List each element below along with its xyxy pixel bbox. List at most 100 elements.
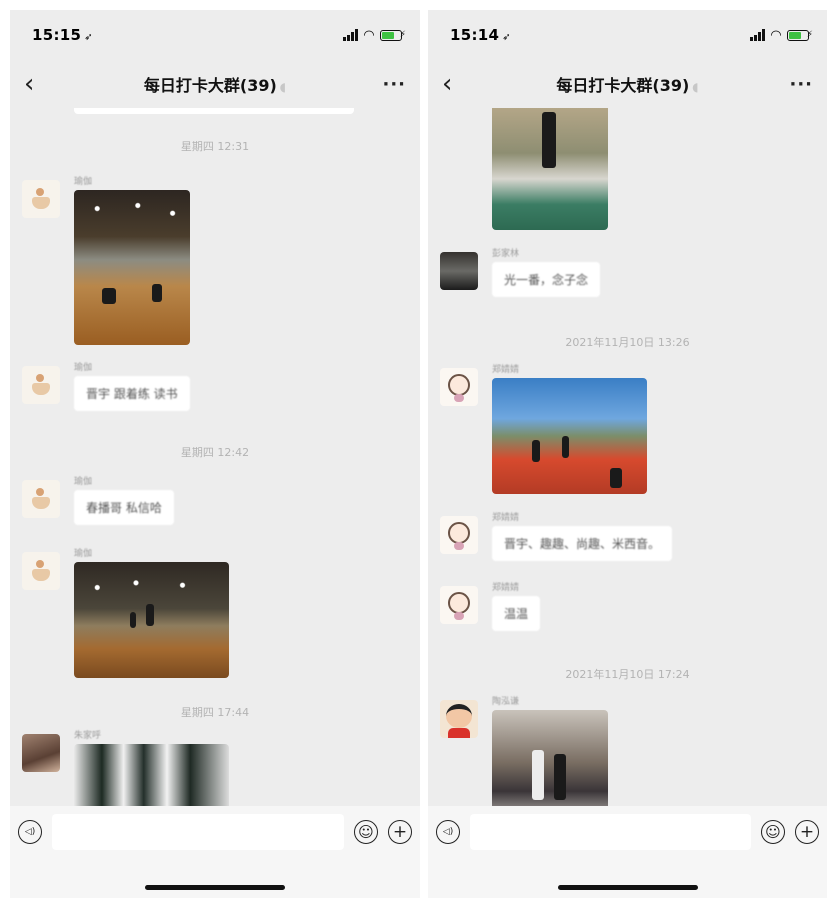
location-icon: ➶	[84, 32, 93, 43]
avatar[interactable]	[440, 252, 478, 290]
home-area	[10, 858, 420, 898]
home-indicator[interactable]	[557, 885, 698, 890]
text-bubble[interactable]: 晋宇、趣趣、尚趣、米西音。	[492, 526, 673, 561]
photo-message[interactable]	[74, 744, 229, 806]
chat-title-text: 每日打卡大群(39)	[143, 76, 277, 95]
photo-figure	[562, 436, 569, 458]
chat-message-list[interactable]: 星期四 12:31 瑜伽 瑜伽 晋宇 跟着练 读书 星期四 12:42 瑜伽 春…	[10, 108, 420, 806]
status-indicators: ◠ ⚡	[343, 27, 406, 43]
status-time: 15:14	[450, 26, 500, 44]
avatar[interactable]	[22, 552, 60, 590]
sender-name: 彭家林	[492, 249, 520, 259]
status-indicators: ◠ ⚡	[750, 27, 813, 43]
avatar[interactable]	[440, 368, 478, 406]
voice-icon[interactable]: ◁)	[436, 820, 460, 844]
chat-title: 每日打卡大群(39) ◖	[54, 72, 376, 96]
message-item: 郑婧婧 温温	[440, 583, 815, 636]
photo-figure	[146, 604, 154, 626]
home-indicator[interactable]	[145, 885, 285, 890]
emoji-icon[interactable]: ☺	[354, 820, 378, 844]
message-item: 瑜伽 春播哥 私信哈	[22, 477, 408, 530]
message-item: 彭家林 光一番，念子念	[440, 249, 815, 312]
photo-figure	[130, 612, 136, 628]
signal-icon	[750, 29, 765, 41]
message-item	[440, 108, 815, 232]
photo-message[interactable]	[492, 378, 647, 494]
previous-message-fragment	[74, 108, 354, 114]
status-time-group: 15:14 ➶	[450, 26, 511, 44]
avatar[interactable]	[22, 734, 60, 772]
text-bubble[interactable]: 春播哥 私信哈	[74, 490, 174, 525]
sender-name: 瑜伽	[74, 177, 93, 187]
message-item: 郑婧婧	[440, 365, 815, 498]
battery-icon: ⚡	[787, 29, 813, 41]
text-bubble[interactable]: 光一番，念子念	[492, 262, 601, 297]
status-bar: 15:14 ➶ ◠ ⚡	[428, 10, 827, 60]
timestamp: 2021年11月10日 13:26	[565, 336, 690, 349]
photo-message[interactable]	[492, 108, 608, 230]
sender-name: 郑婧婧	[492, 583, 520, 593]
photo-figure	[532, 440, 540, 462]
message-item: 郑婧婧 晋宇、趣趣、尚趣、米西音。	[440, 513, 815, 566]
wifi-icon: ◠	[771, 27, 781, 43]
chat-nav-bar: ‹ 每日打卡大群(39) ◖ ···	[428, 60, 827, 108]
sender-name: 瑜伽	[74, 549, 93, 559]
avatar[interactable]	[440, 586, 478, 624]
screenshot-pair: 15:15➶ ◠ ⚡ ‹ 每日打卡大群(39)◖ ··· 星期四 12:31	[0, 0, 829, 899]
right-phone-screen: 15:14 ➶ ◠ ⚡ ‹ 每日打卡大群(39) ◖ ··· 彭家林 光一番，念…	[428, 10, 827, 898]
status-bar: 15:15 ➶ ◠ ⚡	[10, 10, 420, 60]
back-icon[interactable]: ‹	[442, 71, 472, 97]
photo-figure	[152, 284, 162, 302]
message-item: 陶泓谦	[440, 697, 815, 806]
chat-input-bar: ◁) ☺ +	[428, 806, 827, 858]
text-bubble[interactable]: 温温	[492, 596, 541, 631]
left-phone-screen: 15:15➶ ◠ ⚡ ‹ 每日打卡大群(39)◖ ··· 星期四 12:31	[10, 10, 420, 898]
avatar[interactable]	[440, 516, 478, 554]
more-icon[interactable]: ···	[376, 74, 406, 95]
chat-title: 每日打卡大群(39) ◖	[472, 72, 783, 96]
sender-name: 瑜伽	[74, 477, 93, 487]
emoji-icon[interactable]: ☺	[761, 820, 785, 844]
photo-message[interactable]	[74, 190, 190, 345]
mute-icon: ◖	[692, 80, 699, 94]
status-time: 15:15	[32, 26, 82, 44]
more-icon[interactable]: ···	[783, 74, 813, 95]
photo-figure	[610, 468, 622, 488]
status-time-group: 15:15 ➶	[32, 26, 93, 44]
avatar[interactable]	[22, 366, 60, 404]
mute-icon: ◖	[279, 80, 287, 94]
chat-message-list[interactable]: 彭家林 光一番，念子念 2021年11月10日 13:26 郑婧婧 郑婧婧 晋宇…	[428, 108, 827, 806]
timestamp: 2021年11月10日 17:24	[565, 668, 690, 681]
chat-nav-bar: ‹ 每日打卡大群(39) ◖ ···	[10, 60, 420, 108]
avatar[interactable]	[22, 180, 60, 218]
photo-figure	[532, 750, 544, 800]
home-area	[428, 858, 827, 898]
sender-name: 郑婧婧	[492, 365, 520, 375]
wifi-icon: ◠	[364, 27, 374, 43]
timestamp: 星期四 17:44	[180, 706, 250, 719]
photo-message[interactable]	[74, 562, 229, 678]
message-input[interactable]	[52, 814, 344, 850]
location-icon: ➶	[502, 32, 511, 43]
message-item: 瑜伽	[22, 177, 408, 350]
message-item: 瑜伽	[22, 549, 408, 682]
chat-title-text: 每日打卡大群(39)	[556, 76, 690, 95]
back-icon[interactable]: ‹	[24, 71, 54, 97]
timestamp: 星期四 12:31	[180, 140, 250, 153]
photo-message[interactable]	[492, 710, 608, 806]
photo-figure	[542, 112, 556, 168]
sender-name: 郑婧婧	[492, 513, 520, 523]
message-item: 朱家呼	[22, 731, 408, 806]
voice-icon[interactable]: ◁)	[18, 820, 42, 844]
chat-input-bar: ◁) ☺ +	[10, 806, 420, 858]
avatar[interactable]	[440, 700, 478, 738]
battery-icon: ⚡	[380, 29, 406, 41]
avatar[interactable]	[22, 480, 60, 518]
add-icon[interactable]: +	[795, 820, 819, 844]
timestamp: 星期四 12:42	[180, 446, 250, 459]
photo-figure	[102, 288, 116, 304]
sender-name: 朱家呼	[74, 731, 102, 741]
text-bubble[interactable]: 晋宇 跟着练 读书	[74, 376, 190, 411]
message-input[interactable]	[470, 814, 751, 850]
add-icon[interactable]: +	[388, 820, 412, 844]
